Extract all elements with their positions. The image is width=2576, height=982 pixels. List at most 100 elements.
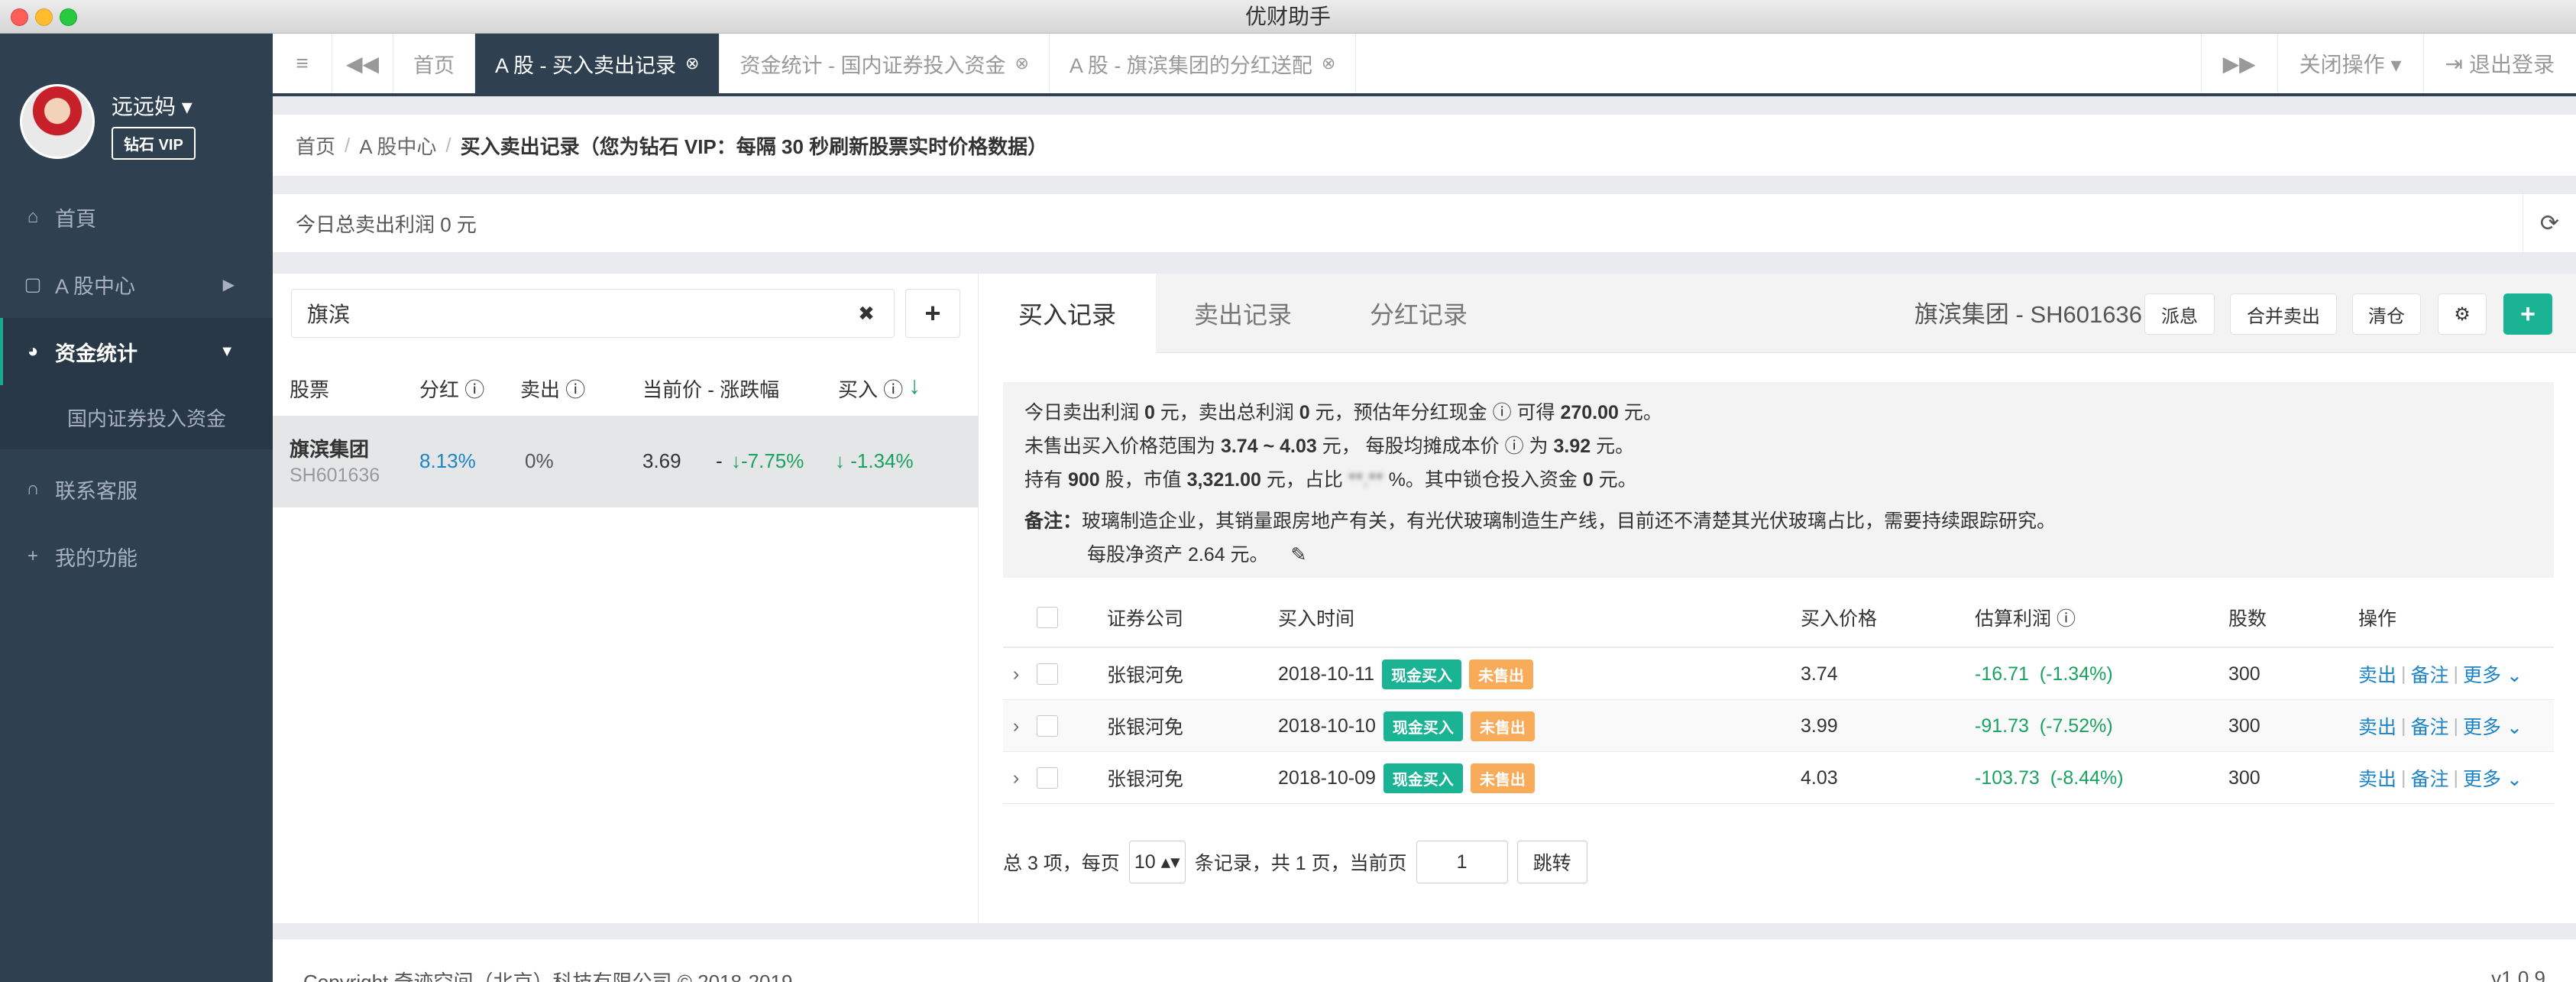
- settings-button[interactable]: ⚙: [2438, 293, 2487, 335]
- note-link[interactable]: 备注: [2411, 712, 2449, 740]
- close-operations-dropdown[interactable]: 关闭操作 ▾: [2277, 34, 2423, 93]
- minimize-window-button[interactable]: [35, 8, 53, 26]
- page-number-input[interactable]: 1: [1416, 841, 1508, 883]
- zoom-window-button[interactable]: [60, 8, 77, 26]
- sell-link[interactable]: 卖出: [2358, 660, 2396, 688]
- close-tab-icon[interactable]: ⊗: [685, 53, 699, 73]
- sidebar-item-label: 资金统计: [55, 342, 138, 365]
- jump-button[interactable]: 跳转: [1516, 841, 1587, 883]
- expand-row-icon[interactable]: ›: [1003, 648, 1029, 700]
- cash-buy-badge: 现金买入: [1382, 659, 1462, 689]
- header-dividend[interactable]: 分红 ⓘ: [419, 374, 484, 403]
- sell-link[interactable]: 卖出: [2358, 712, 2396, 740]
- buy-price: 3.99: [1801, 715, 1838, 737]
- stock-buy-change: ↓ -1.34%: [835, 449, 914, 472]
- avatar[interactable]: [20, 84, 95, 159]
- tab-dividend-records[interactable]: 分红记录: [1330, 274, 1507, 353]
- total-profit-bar: 今日总卖出利润 0 元 ⟳: [273, 194, 2576, 252]
- text: 今日卖出利润: [1024, 402, 1144, 423]
- pager-middle: 条记录，共 1 页，当前页: [1194, 853, 1407, 874]
- note-link[interactable]: 备注: [2411, 764, 2449, 792]
- tabs-scroll-left-button[interactable]: ◀◀: [332, 34, 393, 93]
- text: 股，市值: [1099, 469, 1187, 491]
- logout-button[interactable]: ⇥ 退出登录: [2422, 34, 2576, 93]
- profit-value: -103.73: [1975, 766, 2040, 789]
- text: 元，卖出总利润: [1154, 402, 1299, 423]
- total-profit: 0: [1299, 402, 1310, 423]
- breadcrumb-a-share-center[interactable]: A 股中心: [359, 131, 436, 160]
- text: 元， 每股均摊成本价 ⓘ 为: [1316, 436, 1554, 457]
- select-all-checkbox[interactable]: [1037, 587, 1058, 648]
- profit-percent: (-1.34%): [2039, 663, 2113, 685]
- locked-funds: 0: [1582, 469, 1594, 491]
- est-profit: -103.73 (-8.44%): [1975, 752, 2124, 804]
- sidebar-item-a-share-center[interactable]: ▢ A 股中心 ▶: [0, 251, 273, 318]
- sidebar-item-my-features[interactable]: + 我的功能: [0, 523, 273, 590]
- note-text: 玻璃制造企业，其销量跟房地产有关，有光伏玻璃制造生产线，目前还不清楚其光伏玻璃占…: [1082, 510, 2057, 532]
- refresh-button[interactable]: ⟳: [2523, 194, 2576, 252]
- unsold-badge: 未售出: [1469, 659, 1534, 689]
- sidebar-item-support[interactable]: ∩ 联系客服: [0, 455, 273, 523]
- more-dropdown[interactable]: 更多 ⌄: [2463, 660, 2523, 688]
- vip-badge: 钻石 VIP: [112, 127, 196, 160]
- sidebar-item-funds-stats[interactable]: ◕ 资金统计 ▼: [0, 318, 273, 385]
- tab-buy-sell-records[interactable]: A 股 - 买入卖出记录 ⊗: [475, 34, 720, 93]
- expand-row-icon[interactable]: ›: [1003, 700, 1029, 752]
- sort-down-icon[interactable]: ↓: [908, 371, 921, 400]
- add-stock-button[interactable]: +: [905, 289, 960, 338]
- note-link[interactable]: 备注: [2411, 660, 2449, 688]
- expand-row-icon[interactable]: ›: [1003, 752, 1029, 804]
- sidebar-subitem-domestic-funds[interactable]: 国内证券投入资金: [0, 385, 273, 449]
- close-tab-icon[interactable]: ⊗: [1015, 53, 1028, 73]
- breadcrumb: 首页 / A 股中心 / 买入卖出记录（您为钻石 VIP：每隔 30 秒刷新股票…: [273, 115, 2576, 176]
- user-name-dropdown[interactable]: 远远妈 ▾: [112, 90, 193, 121]
- row-checkbox[interactable]: [1037, 648, 1058, 700]
- buy-date: 2018-10-10: [1278, 715, 1376, 737]
- headset-icon: ∩: [26, 478, 40, 499]
- pagination: 总 3 项，每页 10 ▴▾ 条记录，共 1 页，当前页 1 跳转: [1003, 839, 1597, 885]
- table-row: › 张银河免 2018-10-09 现金买入 未售出 4.03 -103.73 …: [1003, 752, 2554, 804]
- stock-search-input[interactable]: [291, 289, 895, 338]
- table-row: › 张银河免 2018-10-11 现金买入 未售出 3.74 -16.71 (…: [1003, 648, 2554, 700]
- more-dropdown[interactable]: 更多 ⌄: [2463, 764, 2523, 792]
- sell-link[interactable]: 卖出: [2358, 764, 2396, 792]
- sidebar-item-home[interactable]: ⌂ 首頁: [0, 183, 273, 251]
- tab-domestic-funds[interactable]: 资金统计 - 国内证券投入资金 ⊗: [720, 34, 1050, 93]
- today-total-profit: 今日总卖出利润 0 元: [296, 212, 477, 236]
- header-price-change[interactable]: 当前价 - 涨跌幅: [642, 374, 779, 403]
- buy-date: 2018-10-11: [1278, 663, 1375, 685]
- header-buy[interactable]: 买入 ⓘ: [838, 374, 903, 403]
- buy-time: 2018-10-09 现金买入 未售出: [1278, 752, 1535, 804]
- note-line-2: 每股净资产 2.64 元。 ✎: [1024, 538, 2532, 572]
- close-window-button[interactable]: [11, 8, 28, 26]
- clear-position-button[interactable]: 清仓: [2352, 293, 2421, 335]
- est-profit: -91.73 (-7.52%): [1975, 700, 2113, 752]
- more-dropdown[interactable]: 更多 ⌄: [2463, 712, 2523, 740]
- tab-home[interactable]: 首页: [393, 34, 475, 93]
- merge-sell-button[interactable]: 合并卖出: [2230, 293, 2337, 335]
- market-value: 3,321.00: [1186, 469, 1261, 491]
- row-checkbox[interactable]: [1037, 700, 1058, 752]
- tab-sell-records[interactable]: 卖出记录: [1156, 274, 1330, 353]
- stock-list-item[interactable]: 旗滨集团 SH601636 8.13% 0% 3.69 - ↓-7.75% ↓ …: [273, 416, 979, 507]
- edit-note-icon[interactable]: ✎: [1291, 544, 1307, 566]
- header-buy-time: 买入时间: [1278, 608, 1355, 630]
- buy-price: 4.03: [1801, 766, 1838, 789]
- add-record-button[interactable]: +: [2503, 293, 2552, 335]
- broker: 张银河免: [1107, 769, 1184, 790]
- tabs-scroll-right-button[interactable]: ▶▶: [2200, 34, 2277, 93]
- row-checkbox[interactable]: [1037, 752, 1058, 804]
- clear-search-icon[interactable]: ✖: [847, 297, 885, 330]
- dividend-button[interactable]: 派息: [2144, 293, 2215, 335]
- broker: 张银河免: [1107, 665, 1184, 686]
- menu-toggle-button[interactable]: ≡: [273, 34, 332, 93]
- tab-buy-records[interactable]: 买入记录: [979, 274, 1156, 353]
- close-tab-icon[interactable]: ⊗: [1322, 53, 1335, 73]
- page-size-select[interactable]: 10 ▴▾: [1128, 841, 1186, 883]
- buy-price: 3.74: [1801, 663, 1838, 685]
- header-broker: 证券公司: [1107, 608, 1184, 630]
- tab-dividend-distribution[interactable]: A 股 - 旗滨集团的分红送配 ⊗: [1050, 34, 1357, 93]
- breadcrumb-home[interactable]: 首页: [296, 131, 335, 160]
- header-sell[interactable]: 卖出 ⓘ: [520, 374, 585, 403]
- copyright: Copyright 奇迹空间（北京）科技有限公司 © 2018-2019: [303, 971, 793, 982]
